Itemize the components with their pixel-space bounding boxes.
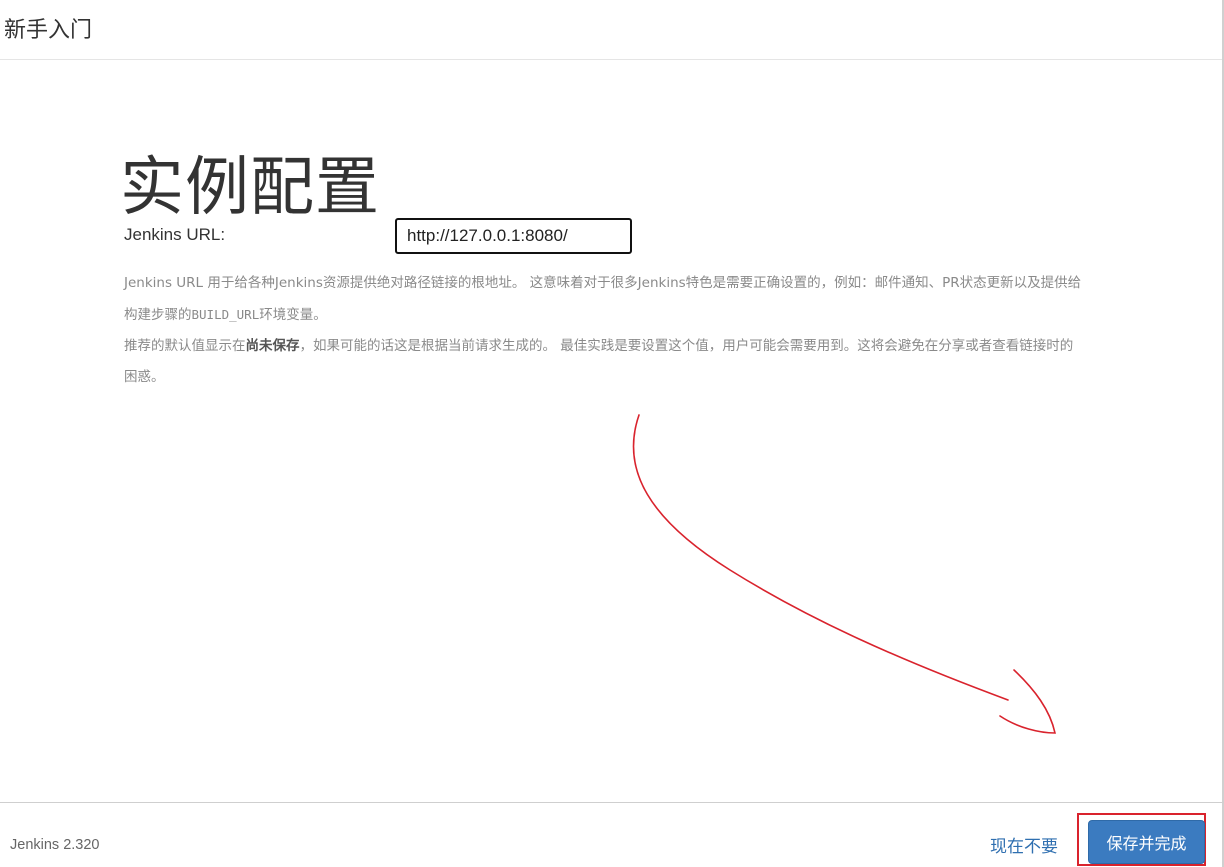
page-title: 实例配置 [120,151,380,225]
build-url-code: BUILD_URL [191,307,260,322]
jenkins-url-input[interactable] [395,218,632,254]
annotation-arrow [632,414,1056,734]
not-saved-emphasis: 尚未保存 [245,338,300,354]
help-paragraph-2: 推荐的默认值显示在尚未保存，如果可能的话这是根据当前请求生成的。 最佳实践是要设… [124,331,1084,393]
skip-button[interactable]: 现在不要 [990,832,1058,857]
help-paragraph-1: Jenkins URL 用于给各种Jenkins资源提供绝对路径链接的根地址。 … [124,268,1084,331]
header: 新手入门 [0,0,1224,60]
jenkins-url-label: Jenkins URL: [124,225,226,244]
annotation-arrow-head [999,669,1056,734]
help-text-part: 环境变量。 [259,307,327,323]
help-text-part: 推荐的默认值显示在 [124,338,246,354]
setup-wizard-window: 新手入门 实例配置 Jenkins URL: Jenkins URL 用于给各种… [0,0,1224,867]
save-and-finish-button[interactable]: 保存并完成 [1088,820,1205,864]
footer: Jenkins 2.320 现在不要 保存并完成 [0,802,1224,867]
header-title: 新手入门 [4,18,93,43]
annotation-arrow-curve [632,414,1009,701]
version-label: Jenkins 2.320 [10,837,100,853]
url-help-text: Jenkins URL 用于给各种Jenkins资源提供绝对路径链接的根地址。 … [124,268,1084,393]
